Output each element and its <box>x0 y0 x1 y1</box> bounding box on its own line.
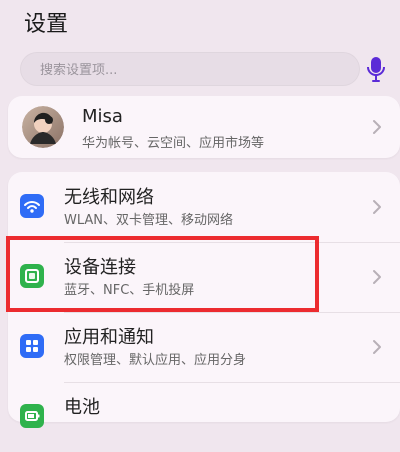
battery-icon <box>20 404 44 428</box>
chevron-right-icon <box>372 199 382 215</box>
apps-notifications-icon <box>20 334 44 358</box>
chevron-right-icon <box>372 339 382 355</box>
settings-row-title: 无线和网络 <box>64 187 154 208</box>
settings-row-subtitle: 权限管理、默认应用、应用分身 <box>64 353 247 368</box>
settings-row-title: 应用和通知 <box>64 327 154 348</box>
search-input[interactable] <box>38 52 322 88</box>
chevron-right-icon <box>372 119 382 135</box>
profile-card[interactable]: Misa 华为帐号、云空间、应用市场等 <box>8 96 400 158</box>
profile-subtitle: 华为帐号、云空间、应用市场等 <box>82 136 265 151</box>
settings-row-battery[interactable]: 电池 <box>8 382 400 452</box>
settings-row-subtitle: WLAN、双卡管理、移动网络 <box>64 213 234 228</box>
chevron-right-icon <box>372 269 382 285</box>
search-bar[interactable] <box>20 52 360 88</box>
settings-row-apps-notifications[interactable]: 应用和通知 权限管理、默认应用、应用分身 <box>8 312 400 382</box>
settings-row-wireless[interactable]: 无线和网络 WLAN、双卡管理、移动网络 <box>8 172 400 242</box>
settings-row-title: 电池 <box>64 397 100 418</box>
profile-name: Misa <box>82 106 123 127</box>
top-bar: 设置 <box>0 0 400 44</box>
page-title: 设置 <box>24 12 69 37</box>
wifi-icon <box>20 194 44 218</box>
mic-icon[interactable] <box>363 55 389 83</box>
highlight-box <box>6 236 319 312</box>
avatar <box>22 106 64 148</box>
